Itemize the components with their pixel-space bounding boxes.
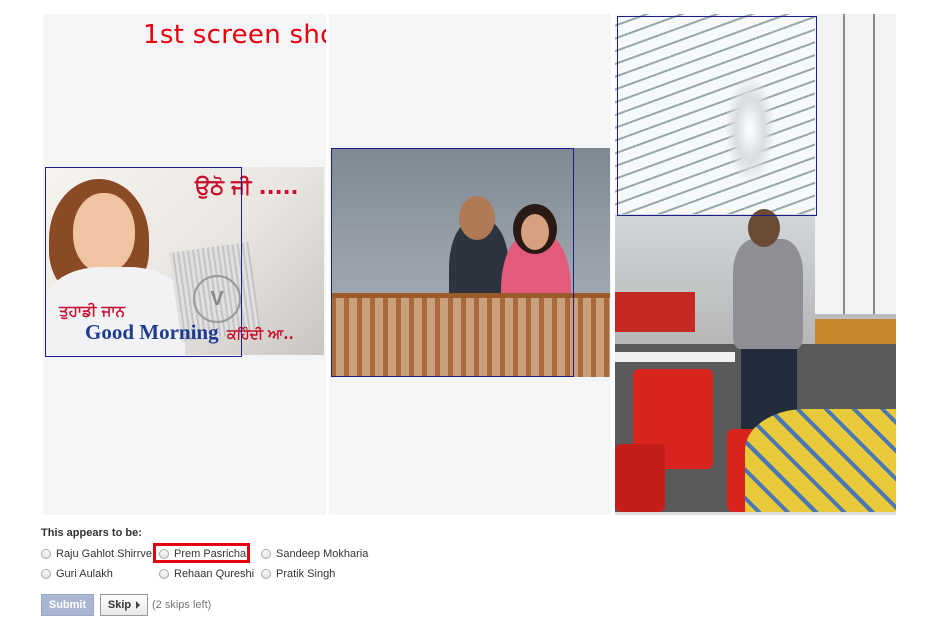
option-label[interactable]: Rehaan Qureshi: [174, 568, 254, 580]
skip-button[interactable]: Skip: [100, 594, 148, 616]
radio-button[interactable]: [159, 569, 169, 579]
wall-panels: [815, 14, 896, 314]
table-top: [615, 352, 735, 362]
face-tag-box-1: [45, 167, 242, 357]
face-tag-box-3: [617, 16, 817, 216]
radio-button[interactable]: [261, 569, 271, 579]
option-rehaan-qureshi[interactable]: Rehaan Qureshi: [159, 566, 254, 582]
triangle-right-icon: [136, 601, 141, 609]
red-booths: [615, 292, 695, 332]
highlight-annotation-box: [153, 543, 250, 563]
option-label[interactable]: Raju Gahlot Shirrve: [56, 548, 152, 560]
photo-panel-1: 1st screen shot of pic V ਉਠੋ ਜੀ ..... ਤੁ…: [43, 14, 326, 515]
face-tag-box-2: [331, 148, 574, 377]
radio-button[interactable]: [41, 569, 51, 579]
option-pratik-singh[interactable]: Pratik Singh: [261, 566, 335, 582]
identify-prompt: This appears to be:: [41, 527, 142, 539]
photo-panel-2: [329, 14, 611, 515]
option-raju-gahlot-shirrve[interactable]: Raju Gahlot Shirrve: [41, 546, 152, 562]
option-sandeep-mokharia[interactable]: Sandeep Mokharia: [261, 546, 368, 562]
option-label[interactable]: Sandeep Mokharia: [276, 548, 368, 560]
submit-button[interactable]: Submit: [41, 594, 94, 616]
option-label[interactable]: Pratik Singh: [276, 568, 335, 580]
option-guri-aulakh[interactable]: Guri Aulakh: [41, 566, 113, 582]
radio-button[interactable]: [41, 549, 51, 559]
skip-label: Skip: [107, 599, 132, 611]
radio-button[interactable]: [261, 549, 271, 559]
plaid-shirt: [745, 409, 896, 512]
person-figure: [733, 239, 803, 349]
photo-panel-3: [615, 14, 896, 515]
option-label[interactable]: Guri Aulakh: [56, 568, 113, 580]
caption-text: 1st screen shot of pic: [143, 20, 326, 50]
red-chair: [615, 444, 665, 512]
skips-left-text: (2 skips left): [152, 599, 212, 611]
